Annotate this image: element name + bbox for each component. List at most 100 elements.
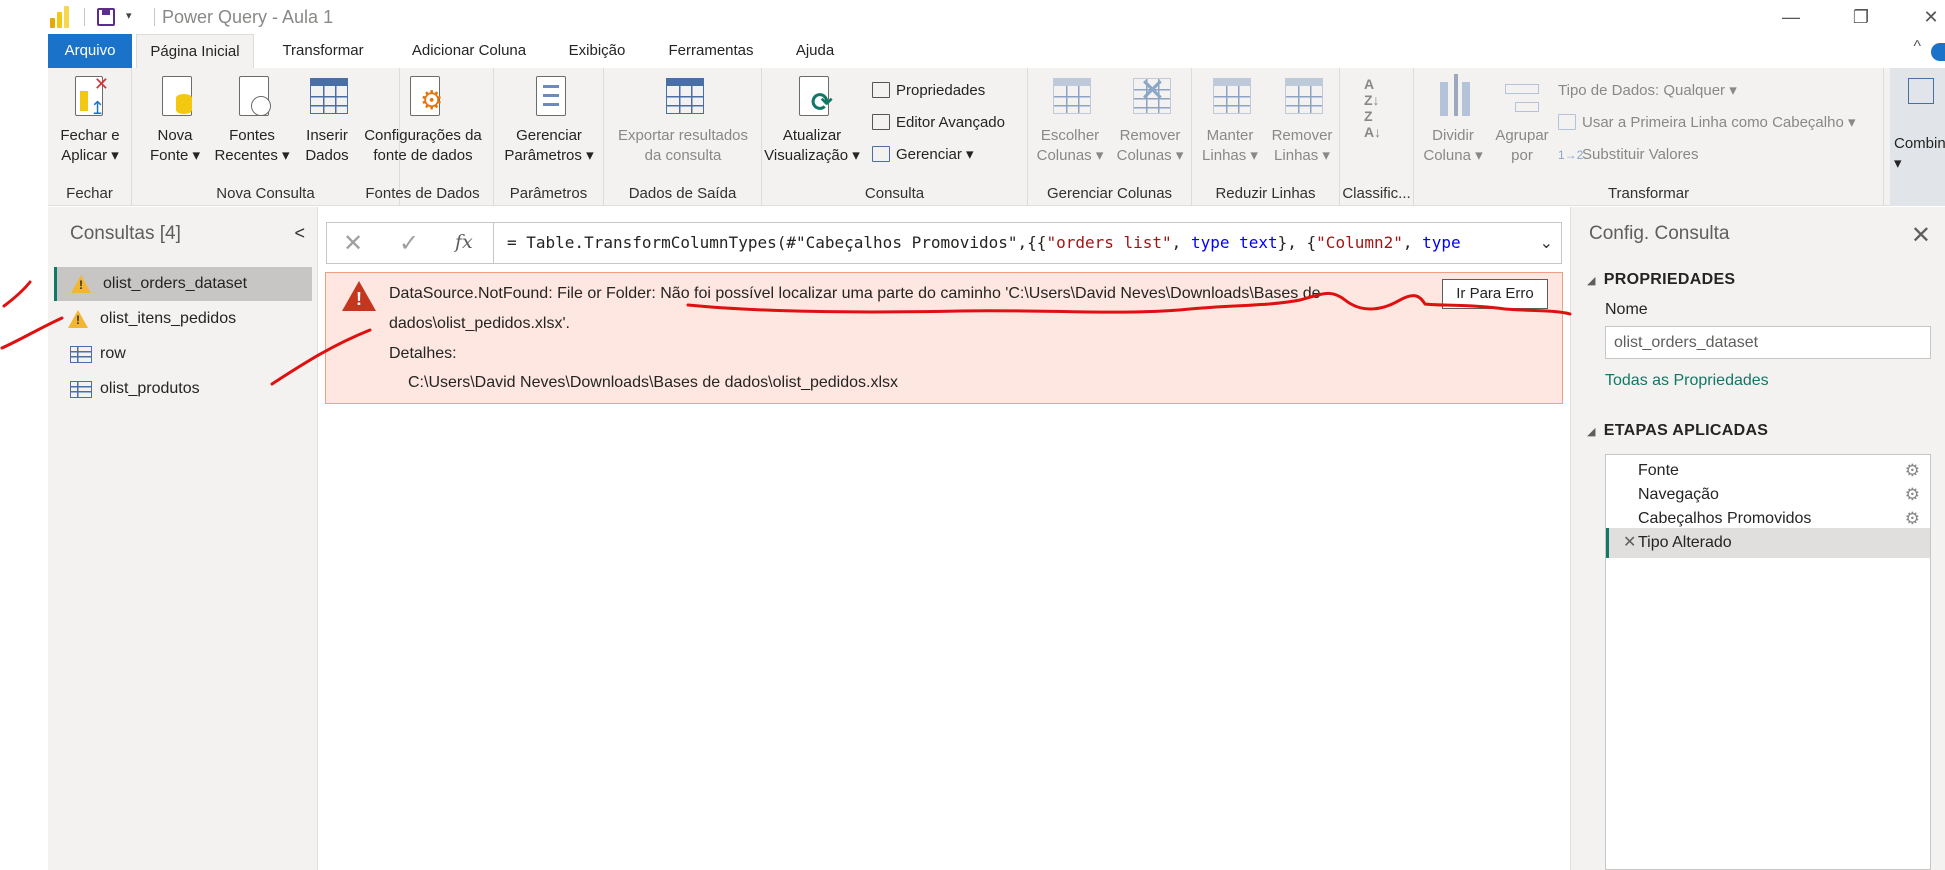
- queries-pane-title: Consultas [4]: [70, 223, 181, 244]
- group-by-icon: [1501, 74, 1543, 120]
- applied-steps-list: Fonte ⚙ Navegação ⚙ Cabeçalhos Promovido…: [1605, 454, 1931, 870]
- manage-table-icon: [872, 146, 890, 162]
- restore-button[interactable]: ❐: [1838, 4, 1884, 30]
- minimize-button[interactable]: —: [1768, 4, 1814, 30]
- split-column-icon: [1432, 74, 1474, 120]
- remove-rows-button[interactable]: Remover Linhas ▾: [1266, 74, 1338, 166]
- group-by-button[interactable]: Agrupar por: [1490, 74, 1554, 166]
- data-source-settings-icon: ⚙: [402, 74, 444, 120]
- group-reduzir-linhas: Manter Linhas ▾ Remover Linhas ▾ Reduzir…: [1192, 68, 1340, 206]
- keep-rows-button[interactable]: Manter Linhas ▾: [1194, 74, 1266, 166]
- properties-icon: [872, 82, 890, 98]
- close-window-button[interactable]: ✕: [1908, 4, 1945, 30]
- power-bi-logo-icon: [50, 6, 70, 28]
- data-source-settings-button[interactable]: ⚙ Configurações da fonte de dados: [352, 74, 494, 166]
- query-item-olist-produtos[interactable]: olist_produtos: [54, 372, 312, 406]
- group-classificar: A Z↓ Z A↓ Classific...: [1340, 68, 1414, 206]
- sort-ascending-icon[interactable]: A Z↓: [1364, 76, 1380, 108]
- advanced-editor-icon: [872, 114, 890, 130]
- save-icon[interactable]: [97, 8, 115, 26]
- group-combinar: Combin ▾: [1890, 68, 1945, 206]
- use-first-row-as-headers-button[interactable]: Usar a Primeira Linha como Cabeçalho ▾: [1558, 110, 1856, 136]
- tab-ajuda[interactable]: Ajuda: [782, 34, 848, 68]
- query-name-field[interactable]: olist_orders_dataset: [1605, 326, 1931, 359]
- refresh-icon: ⟳: [791, 74, 833, 120]
- manage-parameters-button[interactable]: Gerenciar Parâmetros ▾: [494, 74, 604, 166]
- export-grid-icon: [662, 74, 704, 120]
- separator: [154, 8, 155, 26]
- combine-button[interactable]: Combin ▾: [1894, 74, 1945, 174]
- group-label-consulta: Consulta: [864, 185, 925, 202]
- close-apply-button[interactable]: ✕ ↥ Fechar e Aplicar ▾: [48, 74, 132, 166]
- applied-steps-section-header[interactable]: ◢ ETAPAS APLICADAS: [1587, 422, 1768, 440]
- recent-sources-button[interactable]: Fontes Recentes ▾: [212, 74, 292, 166]
- group-transformar: Dividir Coluna ▾ Agrupar por Tipo de Dad…: [1414, 68, 1884, 206]
- formula-input[interactable]: = Table.TransformColumnTypes(#"Cabeçalho…: [507, 233, 1461, 252]
- group-fontes-de-dados: ⚙ Configurações da fonte de dados Fontes…: [352, 68, 494, 206]
- step-tipo-alterado[interactable]: ✕ Tipo Alterado: [1606, 528, 1930, 558]
- tab-arquivo[interactable]: Arquivo: [48, 34, 132, 68]
- advanced-editor-button[interactable]: Editor Avançado: [872, 110, 1005, 136]
- tab-pagina-inicial[interactable]: Página Inicial: [136, 34, 254, 68]
- all-properties-link[interactable]: Todas as Propriedades: [1605, 372, 1769, 390]
- group-label-transformar: Transformar: [1607, 185, 1690, 202]
- replace-values-button[interactable]: 1→2Substituir Valores: [1558, 142, 1698, 168]
- properties-section-header[interactable]: ◢ PROPRIEDADES: [1587, 271, 1735, 289]
- query-item-row[interactable]: row: [54, 337, 312, 371]
- group-label-reduzir-linhas: Reduzir Linhas: [1215, 185, 1316, 202]
- group-label-fechar: Fechar: [66, 185, 113, 202]
- error-icon: [342, 281, 376, 311]
- separator: [84, 8, 85, 26]
- menu-tabs: Arquivo Página Inicial Transformar Adici…: [48, 34, 1945, 68]
- user-avatar[interactable]: [1931, 43, 1945, 61]
- query-item-olist-itens-pedidos[interactable]: olist_itens_pedidos: [54, 302, 312, 336]
- query-settings-pane: Config. Consulta ✕ ◢ PROPRIEDADES Nome ol…: [1570, 207, 1945, 870]
- split-column-button[interactable]: Dividir Coluna ▾: [1418, 74, 1488, 166]
- cancel-formula-icon[interactable]: ✕: [343, 229, 363, 258]
- export-results-button[interactable]: Exportar resultados da consulta: [604, 74, 762, 166]
- choose-columns-button[interactable]: Escolher Colunas ▾: [1030, 74, 1110, 166]
- warning-icon: [68, 310, 88, 328]
- close-icon[interactable]: ✕: [1911, 221, 1931, 250]
- properties-button[interactable]: Propriedades: [872, 78, 985, 104]
- group-label-parametros: Parâmetros: [509, 185, 588, 202]
- query-item-olist-orders-dataset[interactable]: olist_orders_dataset: [54, 267, 312, 301]
- manage-button[interactable]: Gerenciar ▾: [872, 142, 974, 168]
- remove-columns-icon: ✕: [1129, 74, 1171, 120]
- annotation-mark-1: [2, 280, 32, 308]
- separator: [493, 223, 494, 263]
- enter-data-icon: [306, 74, 348, 120]
- tab-exibicao[interactable]: Exibição: [556, 34, 638, 68]
- ribbon: ✕ ↥ Fechar e Aplicar ▾ Fechar Nova Fonte…: [48, 68, 1945, 206]
- collapse-ribbon-icon[interactable]: ^: [1913, 38, 1921, 56]
- expand-formula-icon[interactable]: ⌄: [1540, 233, 1553, 253]
- new-source-button[interactable]: Nova Fonte ▾: [140, 74, 210, 166]
- table-icon: [70, 346, 92, 363]
- tab-adicionar-coluna[interactable]: Adicionar Coluna: [396, 34, 542, 68]
- remove-columns-button[interactable]: ✕ Remover Colunas ▾: [1110, 74, 1190, 166]
- group-consulta: ⟳ Atualizar Visualização ▾ Propriedades …: [762, 68, 1028, 206]
- confirm-formula-icon[interactable]: ✓: [399, 229, 419, 258]
- group-label-classificar: Classific...: [1342, 185, 1411, 202]
- warning-icon: [71, 275, 91, 293]
- error-details-path: C:\Users\David Neves\Downloads\Bases de …: [408, 374, 899, 391]
- go-to-error-button[interactable]: Ir Para Erro: [1442, 279, 1548, 309]
- group-parametros: Gerenciar Parâmetros ▾ Parâmetros: [494, 68, 604, 206]
- group-label-gerenciar-colunas: Gerenciar Colunas: [1046, 185, 1173, 202]
- window-title: Power Query - Aula 1: [162, 7, 334, 27]
- tab-transformar[interactable]: Transformar: [268, 34, 378, 68]
- group-label-fontes-de-dados: Fontes de Dados: [365, 185, 480, 202]
- fx-icon[interactable]: fx: [455, 231, 473, 253]
- manage-parameters-icon: [528, 74, 570, 120]
- replace-values-icon: 1→2: [1558, 148, 1584, 162]
- delete-step-icon[interactable]: ✕: [1623, 528, 1636, 558]
- tab-ferramentas[interactable]: Ferramentas: [656, 34, 766, 68]
- new-source-icon: [154, 74, 196, 120]
- refresh-preview-button[interactable]: ⟳ Atualizar Visualização ▾: [762, 74, 862, 166]
- quick-access-dropdown[interactable]: ▾: [126, 9, 132, 22]
- data-type-dropdown[interactable]: Tipo de Dados: Qualquer ▾: [1558, 78, 1737, 104]
- collapse-queries-icon[interactable]: <: [294, 223, 305, 244]
- name-label: Nome: [1605, 301, 1648, 318]
- sort-descending-icon[interactable]: Z A↓: [1364, 108, 1381, 140]
- recent-sources-icon: [231, 74, 273, 120]
